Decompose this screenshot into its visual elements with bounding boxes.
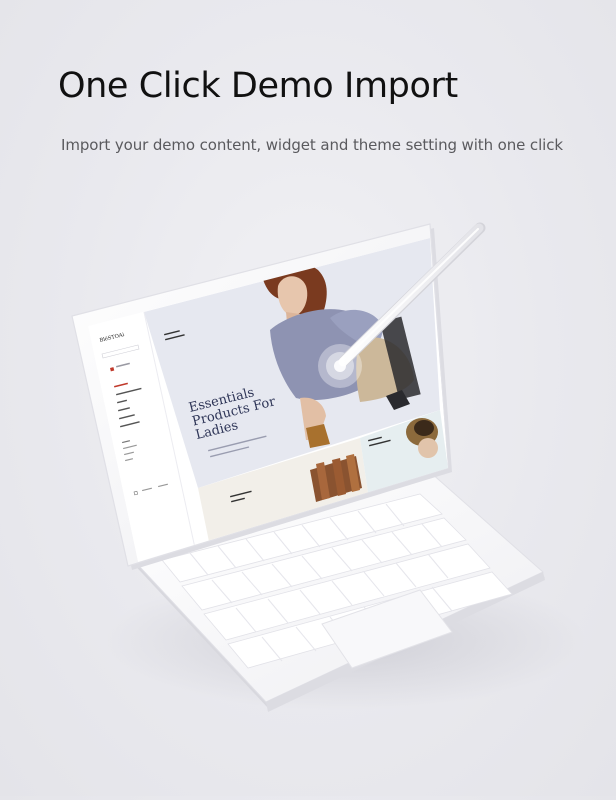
tablet-illustration: BléSTOAi Essentials Products For Ladies: [0, 0, 616, 796]
